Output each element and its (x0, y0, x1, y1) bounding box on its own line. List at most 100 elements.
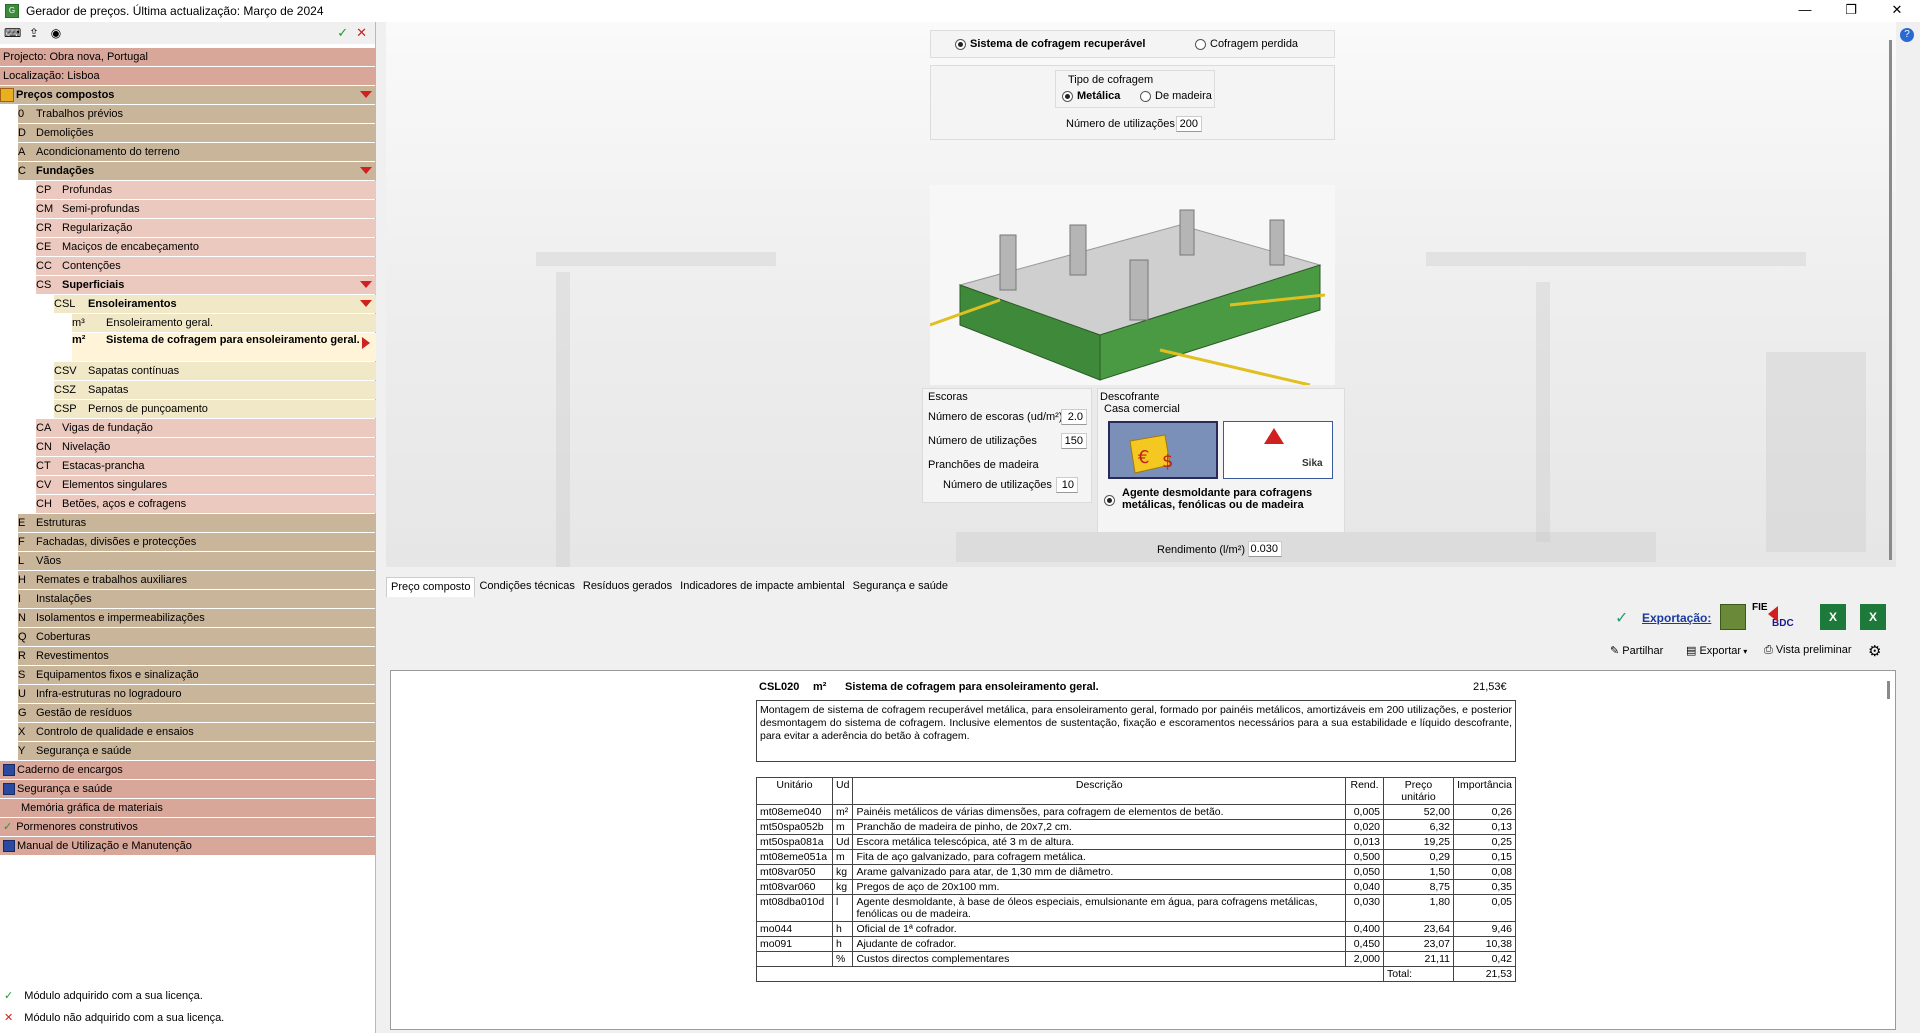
tree-item-CH[interactable]: CH Betões, aços e cofragens (36, 495, 376, 513)
export-fie-bdc-button[interactable]: FIE BDC (1752, 602, 1800, 632)
cell-importancia: 10,38 (1453, 936, 1516, 952)
fie-label: FIE (1752, 602, 1768, 613)
props-uses-input[interactable]: 150 (1061, 433, 1087, 449)
collapse-icon[interactable] (360, 281, 372, 288)
tree-item-G[interactable]: G Gestão de resíduos (18, 704, 376, 722)
tree-item-CS[interactable]: CS Superficiais (36, 276, 376, 294)
tree-item-Y[interactable]: Y Segurança e saúde (18, 742, 376, 760)
tree-extra-4[interactable]: Manual de Utilização e Manutenção (0, 837, 376, 855)
minimize-button[interactable]: — (1782, 0, 1828, 22)
expand-right-icon[interactable] (362, 337, 370, 349)
release-agent-option[interactable] (1104, 489, 1119, 506)
excel-alt-export-icon[interactable]: X (1860, 604, 1886, 630)
keyboard-icon[interactable]: ⌨ (4, 25, 21, 41)
collapse-icon[interactable] (360, 91, 372, 98)
tree-item-CT[interactable]: CT Estacas-prancha (36, 457, 376, 475)
tree-extra-1[interactable]: Segurança e saúde (0, 780, 376, 798)
cell-unitario: mo044 (756, 921, 833, 937)
tree-item-m³[interactable]: m³ Ensoleiramento geral. (72, 314, 376, 332)
collapse-icon[interactable] (360, 300, 372, 307)
tree-item-CSZ[interactable]: CSZ Sapatas (54, 381, 376, 399)
tree-item-CE[interactable]: CE Maciços de encabeçamento (36, 238, 376, 256)
release-agent-panel: Descofrante Casa comercial € $ Sika Agen… (1097, 388, 1345, 533)
item-code: 0 (18, 108, 25, 120)
tree-item-CSP[interactable]: CSP Pernos de punçoamento (54, 400, 376, 418)
tab-condicoes-tecnicas[interactable]: Condições técnicas (475, 577, 578, 597)
binoculars-icon[interactable]: ◉ (48, 25, 64, 41)
tree-item-0[interactable]: 0 Trabalhos prévios (18, 105, 376, 123)
app-icon: G (5, 4, 19, 18)
tree-extra-3[interactable]: ✓ Pormenores construtivos (0, 818, 376, 836)
option-metalica[interactable]: Metálica (1062, 90, 1120, 102)
doc-scrollbar[interactable] (1887, 681, 1890, 699)
props-count-label: Número de escoras (ud/m²) (928, 411, 1063, 423)
option-perdida[interactable]: Cofragem perdida (1195, 38, 1298, 50)
tree-item-L[interactable]: L Vãos (18, 552, 376, 570)
tree-item-CP[interactable]: CP Profundas (36, 181, 376, 199)
props-count-input[interactable]: 2.0 (1061, 409, 1087, 425)
tree-extra-0[interactable]: Caderno de encargos (0, 761, 376, 779)
upload-icon[interactable]: ⇪ (26, 25, 42, 41)
item-label: Fachadas, divisões e protecções (36, 536, 197, 548)
tree-item-CR[interactable]: CR Regularização (36, 219, 376, 237)
tree-item-CC[interactable]: CC Contenções (36, 257, 376, 275)
cell-preco: 1,80 (1383, 894, 1454, 922)
tree-item-N[interactable]: N Isolamentos e impermeabilizações (18, 609, 376, 627)
close-icon[interactable]: ✕ (356, 25, 367, 41)
radio-release-agent[interactable] (1104, 495, 1115, 506)
tree-item-CV[interactable]: CV Elementos singulares (36, 476, 376, 494)
maximize-button[interactable]: ❐ (1828, 0, 1874, 22)
sika-brand-button[interactable]: Sika (1223, 421, 1333, 479)
share-button[interactable]: ✎ Partilhar (1610, 644, 1663, 657)
tree-item-U[interactable]: U Infra-estruturas no logradouro (18, 685, 376, 703)
close-window-button[interactable]: ✕ (1874, 0, 1920, 22)
radio-perdida[interactable] (1195, 38, 1206, 50)
cell-rend: 0,450 (1345, 936, 1384, 952)
item-code: D (18, 127, 26, 139)
check-icon[interactable]: ✓ (337, 25, 348, 41)
tree-item-CA[interactable]: CA Vigas de fundação (36, 419, 376, 437)
tab-residuos-gerados[interactable]: Resíduos gerados (579, 577, 676, 597)
tree-item-E[interactable]: E Estruturas (18, 514, 376, 532)
tree-item-X[interactable]: X Controlo de qualidade e ensaios (18, 723, 376, 741)
cell-preco: 23,64 (1383, 921, 1454, 937)
tree-extra-2[interactable]: Memória gráfica de materiais (0, 799, 376, 817)
yield-input[interactable]: 0.030 (1248, 541, 1282, 557)
tree-item-m²[interactable]: m² Sistema de cofragem para ensoleirament… (72, 333, 376, 361)
export-button[interactable]: ▤ Exportar ▾ (1686, 644, 1747, 657)
tree-item-H[interactable]: H Remates e trabalhos auxiliares (18, 571, 376, 589)
help-icon[interactable]: ? (1900, 28, 1914, 42)
tab-seguranca-saude[interactable]: Segurança e saúde (849, 577, 952, 597)
config-scrollbar[interactable] (1889, 40, 1892, 560)
tree-item-CSL[interactable]: CSL Ensoleiramentos (54, 295, 376, 313)
tree-item-I[interactable]: I Instalações (18, 590, 376, 608)
tree-item-F[interactable]: F Fachadas, divisões e protecções (18, 533, 376, 551)
option-recuperavel[interactable]: Sistema de cofragem recuperável (955, 38, 1145, 50)
planks-uses-input[interactable]: 10 (1056, 477, 1078, 493)
excel-export-icon[interactable]: X (1820, 604, 1846, 630)
tree-root-precos-compostos[interactable]: Preços compostos (0, 86, 376, 104)
uses-label: Número de utilizações (1066, 118, 1175, 130)
tree-item-D[interactable]: D Demolições (18, 124, 376, 142)
tree-item-A[interactable]: A Acondicionamento do terreno (18, 143, 376, 161)
generic-brand-button[interactable]: € $ (1108, 421, 1218, 479)
item-code: U (18, 688, 26, 700)
tree-item-S[interactable]: S Equipamentos fixos e sinalização (18, 666, 376, 684)
radio-recuperavel[interactable] (955, 38, 966, 50)
tree-item-C[interactable]: C Fundações (18, 162, 376, 180)
tab-indicadores-impacte[interactable]: Indicadores de impacte ambiental (676, 577, 848, 597)
radio-metalica[interactable] (1062, 90, 1073, 102)
export-doc-icon[interactable] (1720, 604, 1746, 630)
tree-item-CN[interactable]: CN Nivelação (36, 438, 376, 456)
radio-madeira[interactable] (1140, 90, 1151, 102)
tree-item-CSV[interactable]: CSV Sapatas contínuas (54, 362, 376, 380)
tree-item-Q[interactable]: Q Coberturas (18, 628, 376, 646)
tab-preco-composto[interactable]: Preço composto (386, 577, 476, 597)
settings-gear-icon[interactable]: ⚙ (1868, 642, 1881, 660)
tree-item-CM[interactable]: CM Semi-profundas (36, 200, 376, 218)
uses-input[interactable]: 200 (1176, 116, 1202, 132)
tree-item-R[interactable]: R Revestimentos (18, 647, 376, 665)
preview-button[interactable]: ⎙ Vista preliminar (1764, 644, 1851, 657)
collapse-icon[interactable] (360, 167, 372, 174)
option-madeira[interactable]: De madeira (1140, 90, 1212, 102)
